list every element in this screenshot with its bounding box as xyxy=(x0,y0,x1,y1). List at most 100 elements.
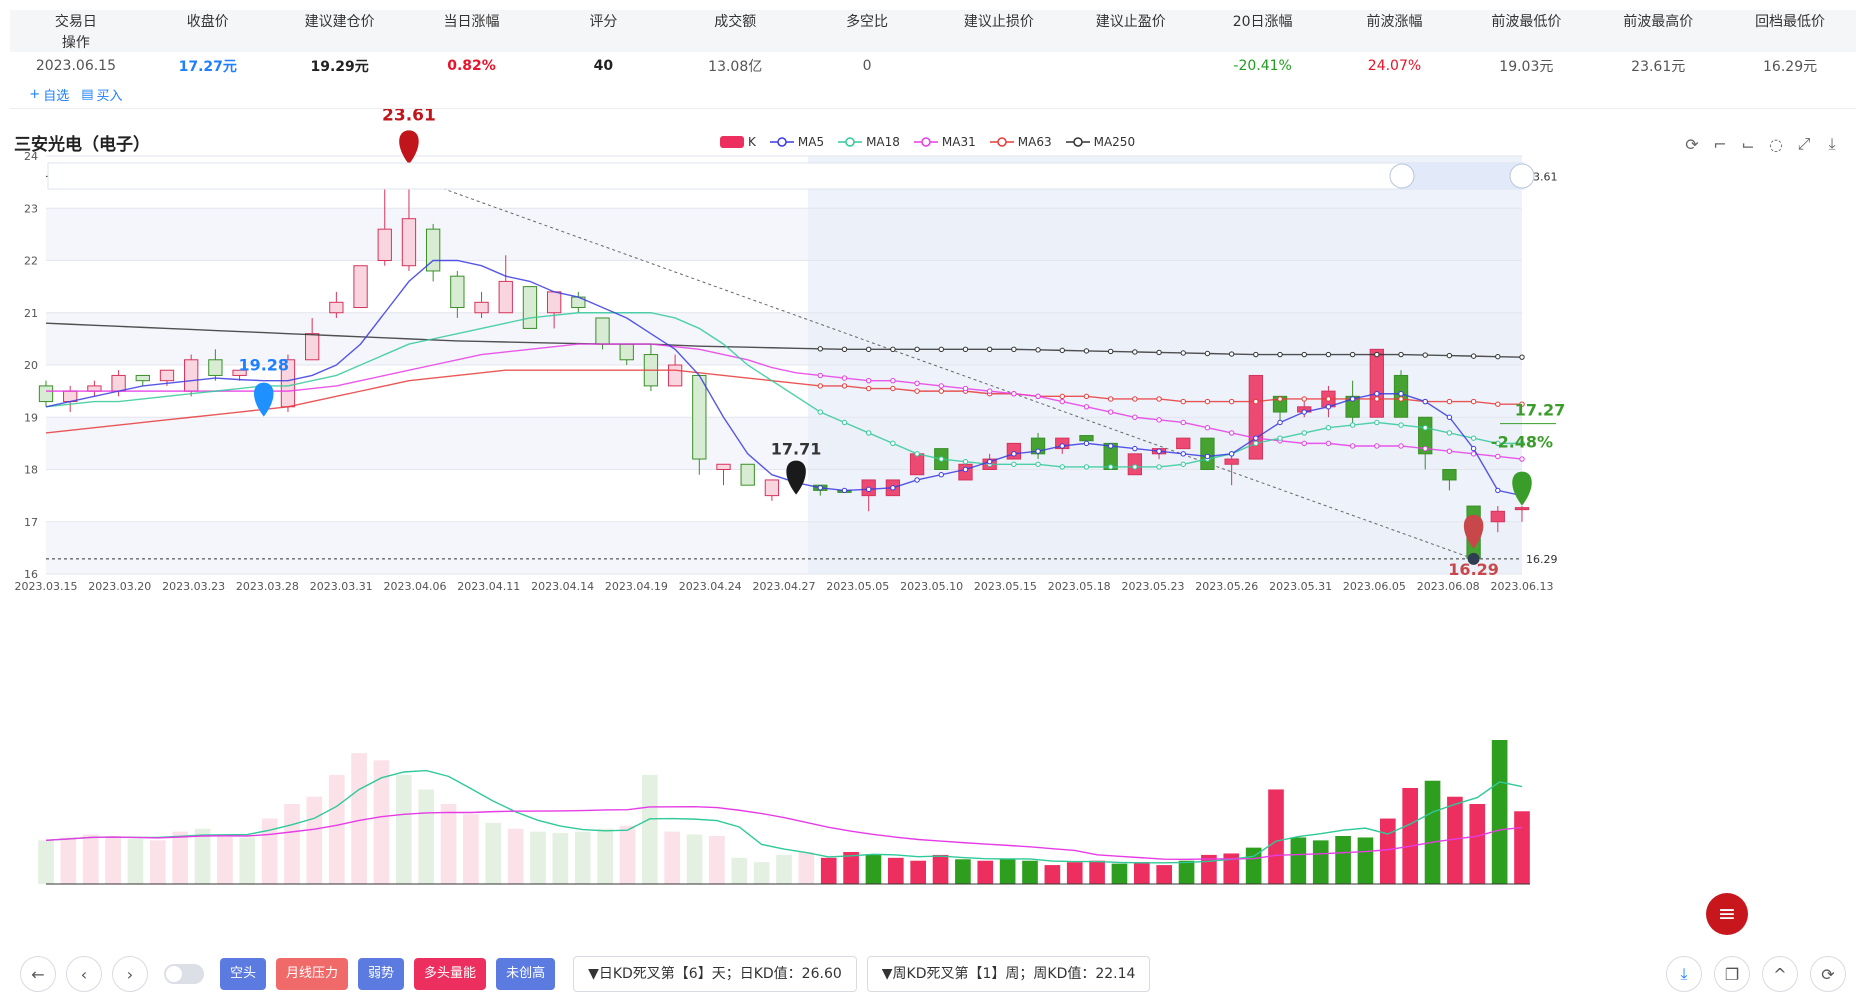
candle-body xyxy=(329,301,344,314)
ma250-line-point xyxy=(1107,348,1114,355)
volume-bar xyxy=(1514,811,1530,884)
buy-icon: ▤ xyxy=(81,86,94,102)
ma18-line-point xyxy=(841,419,848,426)
zoom-slider-handle-right xyxy=(1509,163,1535,189)
ma5-line-point xyxy=(914,477,920,483)
x-tick-label: 2023.05.31 xyxy=(1269,580,1332,593)
kline-chart[interactable]: 1617181920212223242023.03.15 2023.03.20 20… xyxy=(0,0,1866,996)
volume-bar xyxy=(1335,836,1351,884)
ma31-line-point xyxy=(1422,445,1428,452)
download-icon[interactable]: ⤓ xyxy=(1822,134,1842,154)
header-close-price: 收盘价 xyxy=(186,13,229,30)
back-button[interactable]: ← xyxy=(20,956,56,992)
legend-item-ma5[interactable]: MA5 xyxy=(769,135,824,149)
ma18-line-point xyxy=(1374,419,1380,426)
volume-bar xyxy=(1402,788,1419,884)
ma250-line-point xyxy=(1301,351,1307,358)
chart-legend: K MA5 MA18 MA31 MA63 MA250 xyxy=(720,135,1135,149)
ma5-line-point xyxy=(1156,448,1162,454)
ma5-line-point xyxy=(1035,448,1041,454)
legend-ma5-swatch xyxy=(769,137,794,147)
tag-weak[interactable]: 弱势 xyxy=(358,958,405,990)
fullscreen-icon[interactable]: ⤢ xyxy=(1794,134,1814,154)
x-tick-label: 2023.03.20 xyxy=(88,580,151,593)
candle-body xyxy=(135,374,150,382)
tag-monthly-pressure[interactable]: 月线压力 xyxy=(276,958,349,990)
scroll-top-button[interactable]: ^ xyxy=(1762,956,1798,992)
zoom-reset-icon[interactable]: ⌙ xyxy=(1738,134,1758,154)
volume-bar xyxy=(1156,865,1173,884)
y-tick-label: 21 xyxy=(24,307,38,320)
add-watchlist-label: 自选 xyxy=(43,88,70,104)
zoom-select-icon[interactable]: ⌐ xyxy=(1710,134,1730,154)
x-tick-label: 2023.03.31 xyxy=(310,580,373,593)
cell-pullback-low: 16.29元 xyxy=(1763,59,1818,76)
restore-icon[interactable]: ◌ xyxy=(1766,134,1786,154)
ma18-line-point xyxy=(962,458,969,465)
chevron-up-icon: ^ xyxy=(1773,964,1787,984)
tag-no-new-high[interactable]: 未创高 xyxy=(496,958,556,990)
legend-ma18-label: MA18 xyxy=(866,135,900,149)
legend-ma250-label: MA250 xyxy=(1093,135,1136,149)
candle-body xyxy=(1490,510,1505,523)
ma63-line-point xyxy=(914,388,920,394)
copy-button[interactable]: ❐ xyxy=(1714,956,1750,992)
legend-item-ma31[interactable]: MA31 xyxy=(913,135,976,149)
legend-k-label: K xyxy=(748,135,756,149)
ma250-line-point xyxy=(865,346,872,353)
volume-bar xyxy=(239,837,256,884)
ma250-line-point xyxy=(1277,351,1283,358)
ma250-line-point xyxy=(1374,351,1380,358)
actions-cell: + 自选 ▤ 买入 xyxy=(10,85,142,104)
candle-body xyxy=(716,463,731,470)
volume-bar xyxy=(284,804,300,884)
ma5-line-point xyxy=(986,458,993,465)
tag-bull-volume[interactable]: 多头量能 xyxy=(414,958,487,990)
legend-ma250-swatch xyxy=(1065,137,1090,147)
candle-body xyxy=(305,333,320,361)
legend-item-ma18[interactable]: MA18 xyxy=(838,135,900,149)
volume-bar xyxy=(552,833,569,884)
ma250-line-point xyxy=(1446,352,1453,359)
candle-body xyxy=(740,463,755,486)
candle-body xyxy=(1369,348,1384,418)
x-tick-label: 2023.03.15 xyxy=(15,580,78,593)
refresh-icon[interactable]: ⟳ xyxy=(1682,134,1702,154)
toggle-switch[interactable] xyxy=(164,964,204,984)
ma5-line-point xyxy=(817,485,823,491)
ma250-line-point xyxy=(1325,351,1332,358)
summary-header-row: 交易日 收盘价 建议建仓价 当日涨幅 评分 成交额 多空比 建议止损价 建议止盈… xyxy=(10,10,1856,52)
candle-body xyxy=(1442,469,1457,481)
download-button[interactable]: ⤓ xyxy=(1666,956,1702,992)
legend-item-ma250[interactable]: MA250 xyxy=(1065,135,1136,149)
legend-item-ma63[interactable]: MA63 xyxy=(989,135,1052,149)
add-watchlist-button[interactable]: + 自选 xyxy=(29,85,69,104)
ma63-line-point xyxy=(1132,396,1138,402)
menu-icon: ≡ xyxy=(1717,901,1737,927)
tag-bearish[interactable]: 空头 xyxy=(220,958,267,990)
x-tick-label: 2023.05.10 xyxy=(900,580,963,593)
ma5-line-point xyxy=(1325,404,1332,410)
volume-bar xyxy=(1290,837,1307,884)
x-tick-label: 2023.06.13 xyxy=(1491,580,1554,593)
refresh-button[interactable]: ⟳ xyxy=(1810,956,1846,992)
candle-body xyxy=(159,369,175,382)
volume-bar xyxy=(38,840,54,884)
ma250-line-point xyxy=(1083,348,1090,354)
ma31-line-point xyxy=(962,385,969,392)
ma18-line-point xyxy=(1349,422,1356,428)
volume-bar xyxy=(1044,865,1061,884)
ma250-line-point xyxy=(1059,347,1065,354)
zoom-slider-window xyxy=(1402,163,1524,189)
candle-body xyxy=(38,385,54,403)
candle-body xyxy=(1514,507,1530,511)
volume-bar xyxy=(932,854,949,884)
header-prev-wave-high: 前波最高价 xyxy=(1623,13,1694,30)
menu-fab[interactable]: ≡ xyxy=(1706,893,1748,935)
next-button[interactable]: › xyxy=(112,956,148,992)
ma250-line-point xyxy=(1470,353,1477,359)
buy-button[interactable]: ▤ 买入 xyxy=(81,85,122,104)
legend-item-k[interactable]: K xyxy=(720,135,756,149)
prev-button[interactable]: ‹ xyxy=(66,956,102,992)
volume-bar xyxy=(776,854,792,884)
